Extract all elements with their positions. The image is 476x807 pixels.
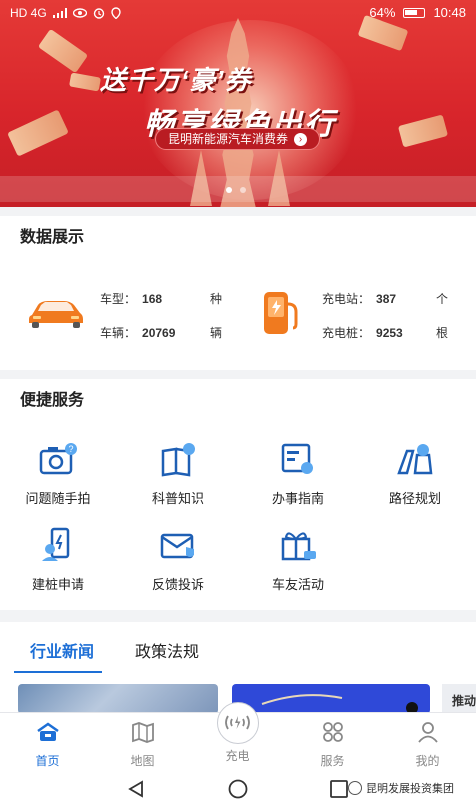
nav-label: 首页 — [35, 754, 60, 768]
carousel-dot-active[interactable] — [226, 187, 232, 193]
map-icon — [131, 722, 154, 743]
chevron-right-icon: › — [294, 132, 308, 146]
service-label: 问题随手拍 — [25, 491, 91, 506]
news-card-partial[interactable]: 推动 — [442, 684, 476, 714]
coupon-ticket — [7, 109, 69, 157]
banner-subtitle: 昆明新能源汽车消费券 — [168, 132, 289, 146]
profile-icon — [417, 722, 438, 743]
recents-icon[interactable] — [330, 779, 348, 799]
service-label: 车友活动 — [271, 577, 324, 592]
coupon-ticket — [397, 114, 449, 148]
nav-service[interactable]: 服务 — [285, 713, 380, 771]
service-feedback[interactable]: 反馈投诉 — [128, 527, 228, 593]
news-card-partial-text: 推动 — [452, 694, 476, 708]
app-screen: { "status_bar": { "signal": "HD 4G", "ba… — [0, 0, 476, 807]
alarm-icon — [93, 8, 104, 19]
vehicle-count-stat: 车辆： 20769 — [100, 324, 175, 341]
service-pile-application[interactable]: 建桩申请 — [8, 527, 108, 593]
charging-pile-stat: 充电桩： 9253 — [322, 324, 403, 341]
charging-station-unit: 个 — [436, 292, 449, 306]
news-card-thumbnail[interactable] — [18, 684, 218, 714]
status-bar: HD 4G 64% 10:48 — [0, 0, 476, 26]
nav-label: 充电 — [225, 749, 250, 763]
car-icon — [29, 301, 83, 328]
feedback-envelope-icon — [160, 533, 194, 559]
vehicle-model-stat: 车型： 168 — [100, 290, 162, 307]
carousel-indicator — [0, 176, 476, 202]
service-icon — [322, 722, 343, 742]
eye-icon — [72, 8, 87, 18]
vehicle-count-value: 20769 — [142, 326, 176, 340]
charging-pile-label: 充电桩： — [322, 326, 371, 340]
map-pin-icon — [397, 444, 433, 475]
nav-map[interactable]: 地图 — [95, 713, 190, 771]
battery-icon — [403, 7, 426, 18]
data-section-title: 数据展示 — [0, 216, 476, 260]
book-bulb-icon — [161, 443, 195, 477]
home-circle-icon[interactable] — [227, 779, 249, 799]
charging-station-stat: 充电站： 387 — [322, 290, 396, 307]
vehicle-model-unit: 种 — [210, 292, 223, 306]
service-route-planning[interactable]: 路径规划 — [365, 441, 465, 507]
vehicle-model-label: 车型： — [100, 292, 137, 306]
news-card-thumbnail[interactable] — [232, 684, 430, 714]
nav-label: 服务 — [320, 754, 345, 768]
vehicle-model-value: 168 — [142, 292, 163, 306]
banner-subtitle-button[interactable]: 昆明新能源汽车消费券 › — [155, 128, 321, 150]
home-icon — [36, 722, 59, 741]
service-science-knowledge[interactable]: 科普知识 — [128, 441, 228, 507]
charging-icon — [225, 715, 250, 730]
coupon-ticket — [37, 28, 89, 74]
charging-station-value: 387 — [376, 292, 397, 306]
services-section-title: 便捷服务 — [0, 379, 476, 423]
tab-policy-regulations[interactable]: 政策法规 — [135, 638, 199, 662]
service-label: 办事指南 — [271, 491, 324, 506]
vehicle-count-label: 车辆： — [100, 326, 137, 340]
nav-home[interactable]: 首页 — [0, 713, 95, 771]
service-guide[interactable]: 办事指南 — [248, 441, 348, 507]
service-label: 反馈投诉 — [151, 577, 204, 592]
news-thumbnail-graphic — [261, 694, 418, 714]
active-tab-indicator — [14, 671, 102, 673]
carousel-dot[interactable] — [240, 187, 246, 193]
watermark: 昆明发展投资集团 — [348, 780, 454, 796]
charging-pile-apply-icon — [42, 527, 70, 561]
gift-icon — [281, 532, 316, 561]
service-label: 建桩申请 — [31, 577, 84, 592]
clock: 10:48 — [433, 5, 466, 20]
vehicle-count-unit: 辆 — [210, 326, 223, 340]
signal-indicator: HD 4G — [10, 6, 47, 20]
back-icon[interactable] — [126, 779, 146, 799]
battery-percent: 64% — [369, 5, 396, 20]
service-label: 路径规划 — [388, 491, 441, 506]
service-problem-photo[interactable]: ? 问题随手拍 — [8, 441, 108, 507]
nav-label: 我的 — [415, 754, 440, 768]
charging-pile-unit: 根 — [436, 326, 449, 340]
nav-label: 地图 — [130, 754, 155, 768]
banner-headline-line-1: 送千万‘豪’券 — [100, 65, 252, 95]
promo-banner[interactable]: HD 4G 64% 10:48 送千万‘豪’券 畅享绿色出行 昆明新能源汽车消费… — [0, 0, 476, 207]
service-car-community[interactable]: 车友活动 — [248, 527, 348, 593]
charging-station-label: 充电站： — [322, 292, 371, 306]
location-icon — [110, 7, 121, 19]
charging-station-icon — [264, 292, 298, 334]
nav-profile[interactable]: 我的 — [380, 713, 475, 771]
coupon-ticket — [69, 72, 101, 92]
watermark-text: 昆明发展投资集团 — [366, 783, 454, 795]
signal-bars-icon — [52, 8, 67, 18]
camera-question-icon: ? — [39, 443, 77, 475]
wechat-logo-icon — [348, 781, 362, 795]
charging-pile-value: 9253 — [376, 326, 403, 340]
svg-text:?: ? — [68, 444, 73, 454]
charging-center-button[interactable] — [217, 702, 259, 744]
service-label: 科普知识 — [151, 491, 204, 506]
tab-industry-news[interactable]: 行业新闻 — [30, 638, 94, 662]
guide-doc-icon — [281, 443, 313, 474]
